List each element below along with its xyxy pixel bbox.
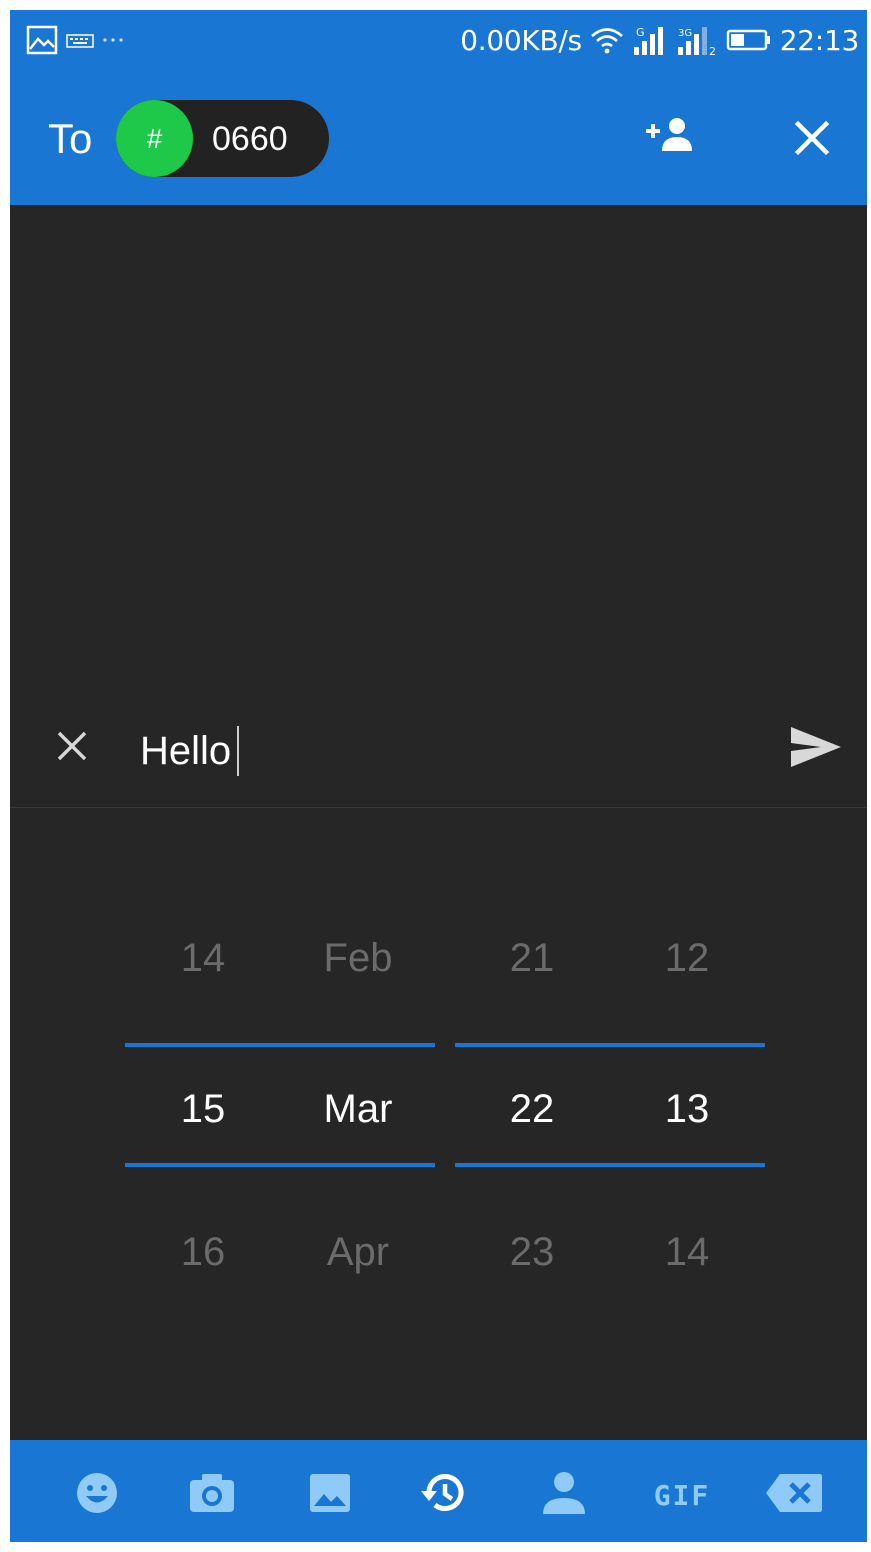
clock: 22:13: [779, 23, 860, 57]
recipient-number: 0660: [212, 120, 288, 158]
picker-selected-item[interactable]: Mar: [288, 1087, 428, 1132]
to-label: To: [48, 115, 93, 162]
picker-item[interactable]: Feb: [288, 936, 428, 981]
picker-item[interactable]: 12: [617, 936, 757, 981]
message-input[interactable]: Hello: [140, 721, 240, 781]
send-icon: [789, 725, 843, 773]
schedule-icon: [419, 1470, 467, 1520]
status-bar: 0.00KB/s G 3G 2 22:13: [10, 10, 867, 70]
contact-button[interactable]: [536, 1470, 592, 1520]
close-icon: [55, 729, 89, 767]
picker-item[interactable]: Apr: [288, 1230, 428, 1275]
person-add-icon: [644, 115, 696, 159]
close-button[interactable]: [790, 118, 834, 162]
camera-button[interactable]: [184, 1470, 240, 1520]
send-button[interactable]: [788, 725, 844, 773]
emoji-icon: [75, 1471, 119, 1519]
recipient-avatar: #: [116, 100, 193, 177]
sim2-slot-number: 2: [709, 45, 716, 57]
picker-item[interactable]: 21: [462, 936, 602, 981]
picker-selected-item[interactable]: 15: [133, 1087, 273, 1132]
picker-selected-item[interactable]: 13: [617, 1087, 757, 1132]
gif-button[interactable]: GIF: [646, 1470, 718, 1520]
close-icon: [794, 120, 830, 160]
screen: 0.00KB/s G 3G 2 22:13 To # 0660 Hello 14…: [10, 10, 867, 1542]
status-indicators: 0.00KB/s G 3G 2 22:13: [460, 18, 859, 62]
picker-item[interactable]: 14: [133, 936, 273, 981]
clear-message-button[interactable]: [52, 728, 92, 768]
gif-icon: GIF: [653, 1478, 711, 1512]
schedule-button[interactable]: [415, 1470, 471, 1520]
sim1-network-type: G: [636, 26, 645, 39]
schedule-picker: 14 15 16 Feb Mar Apr 21 22 23 12 13 14: [10, 810, 867, 1440]
message-text: Hello: [140, 729, 232, 773]
app-bar: To # 0660: [10, 70, 867, 205]
image-notification-icon: [26, 25, 58, 55]
time-selection-line-bottom: [455, 1163, 765, 1167]
gallery-button[interactable]: [302, 1470, 358, 1520]
contact-icon: [541, 1470, 587, 1520]
notification-icons: [26, 23, 124, 57]
picker-item[interactable]: 16: [133, 1230, 273, 1275]
sim2-network-type: 3G: [678, 28, 692, 39]
text-cursor: [237, 726, 240, 776]
backspace-icon: [764, 1472, 824, 1518]
recipient-chip[interactable]: # 0660: [116, 100, 329, 177]
gallery-icon: [308, 1472, 352, 1518]
divider: [10, 807, 867, 808]
picker-item[interactable]: 14: [617, 1230, 757, 1275]
add-contact-button[interactable]: [640, 112, 700, 162]
emoji-button[interactable]: [69, 1470, 125, 1520]
battery-icon: [726, 28, 772, 52]
signal-sim2-icon: 3G 2: [676, 23, 718, 57]
more-notifications-icon: [102, 35, 124, 45]
time-selection-line-top: [455, 1043, 765, 1047]
compose-row: Hello: [10, 703, 867, 808]
picker-selected-item[interactable]: 22: [462, 1087, 602, 1132]
network-speed: 0.00KB/s: [460, 23, 582, 57]
picker-item[interactable]: 23: [462, 1230, 602, 1275]
date-selection-line-top: [125, 1043, 435, 1047]
wifi-icon: [590, 25, 624, 55]
camera-icon: [188, 1472, 236, 1518]
signal-sim1-icon: G: [632, 23, 668, 57]
keyboard-notification-icon: [66, 31, 94, 49]
backspace-button[interactable]: [763, 1470, 825, 1520]
bottom-toolbar: GIF: [10, 1440, 867, 1542]
date-selection-line-bottom: [125, 1163, 435, 1167]
